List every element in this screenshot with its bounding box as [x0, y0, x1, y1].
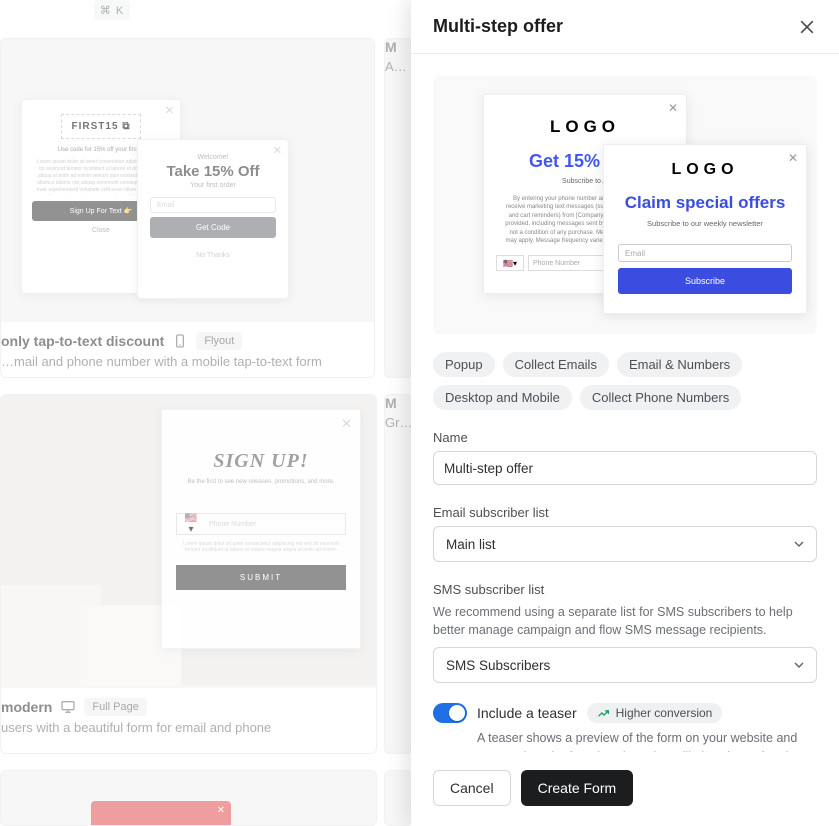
sms-list-label: SMS subscriber list: [433, 582, 817, 597]
name-group: Name: [433, 430, 817, 485]
teaser-group: Include a teaser Higher conversion A tea…: [433, 703, 817, 752]
flag-icon: 🇺🇸▾: [496, 255, 524, 271]
sms-list-group: SMS subscriber list We recommend using a…: [433, 582, 817, 683]
close-icon: ✕: [788, 151, 798, 165]
sms-list-hint: We recommend using a separate list for S…: [433, 603, 817, 639]
tag: Popup: [433, 352, 495, 377]
form-preview: ✕ LOGO Get 15% OFF Subscribe to… By ente…: [433, 76, 817, 334]
email-list-select[interactable]: Main list: [433, 526, 817, 562]
email-placeholder: Email: [618, 244, 792, 262]
tag: Desktop and Mobile: [433, 385, 572, 410]
tag-row: Popup Collect Emails Email & Numbers Des…: [433, 352, 817, 410]
teaser-toggle[interactable]: [433, 703, 467, 723]
higher-conversion-badge: Higher conversion: [587, 703, 723, 723]
trend-up-icon: [597, 707, 610, 720]
sms-list-select[interactable]: SMS Subscribers: [433, 647, 817, 683]
preview-sub: Subscribe to our weekly newsletter: [618, 219, 792, 228]
tag: Collect Phone Numbers: [580, 385, 741, 410]
tag: Collect Emails: [503, 352, 609, 377]
preview-logo: LOGO: [618, 161, 792, 179]
subscribe-button: Subscribe: [618, 268, 792, 294]
teaser-description: A teaser shows a preview of the form on …: [477, 729, 817, 752]
name-input[interactable]: [433, 451, 817, 485]
create-form-button[interactable]: Create Form: [521, 770, 634, 806]
badge-text: Higher conversion: [616, 706, 713, 720]
panel-body: ✕ LOGO Get 15% OFF Subscribe to… By ente…: [411, 54, 839, 752]
tag: Email & Numbers: [617, 352, 742, 377]
teaser-label: Include a teaser: [477, 705, 577, 721]
close-icon: ✕: [668, 101, 678, 115]
preview-claim: Claim special offers: [618, 193, 792, 213]
panel-title: Multi-step offer: [433, 16, 563, 37]
panel-header: Multi-step offer: [411, 0, 839, 54]
create-form-panel: Multi-step offer ✕ LOGO Get 15% OFF Subs…: [411, 0, 839, 826]
select-value[interactable]: Main list: [433, 526, 817, 562]
preview-logo: LOGO: [496, 117, 674, 137]
close-icon[interactable]: [797, 17, 817, 37]
name-label: Name: [433, 430, 817, 445]
preview-step-2: ✕ LOGO Claim special offers Subscribe to…: [603, 144, 807, 314]
email-list-label: Email subscriber list: [433, 505, 817, 520]
panel-footer: Cancel Create Form: [411, 752, 839, 826]
select-value[interactable]: SMS Subscribers: [433, 647, 817, 683]
cancel-button[interactable]: Cancel: [433, 770, 511, 806]
email-list-group: Email subscriber list Main list: [433, 505, 817, 562]
